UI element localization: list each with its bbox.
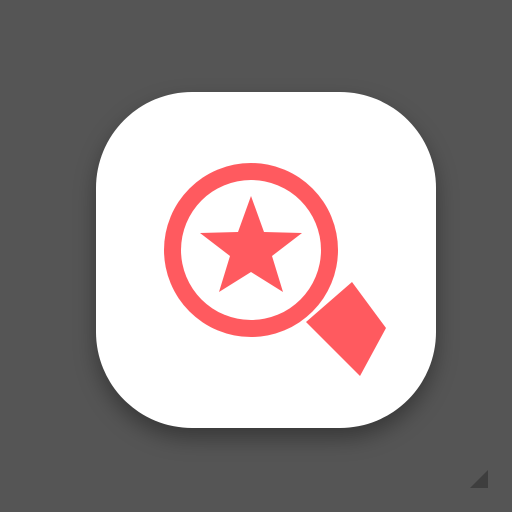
home-screen-background [0, 0, 512, 512]
corner-resize-icon [470, 470, 488, 488]
app-icon[interactable] [96, 92, 436, 428]
magnifier-star-icon [164, 163, 386, 376]
